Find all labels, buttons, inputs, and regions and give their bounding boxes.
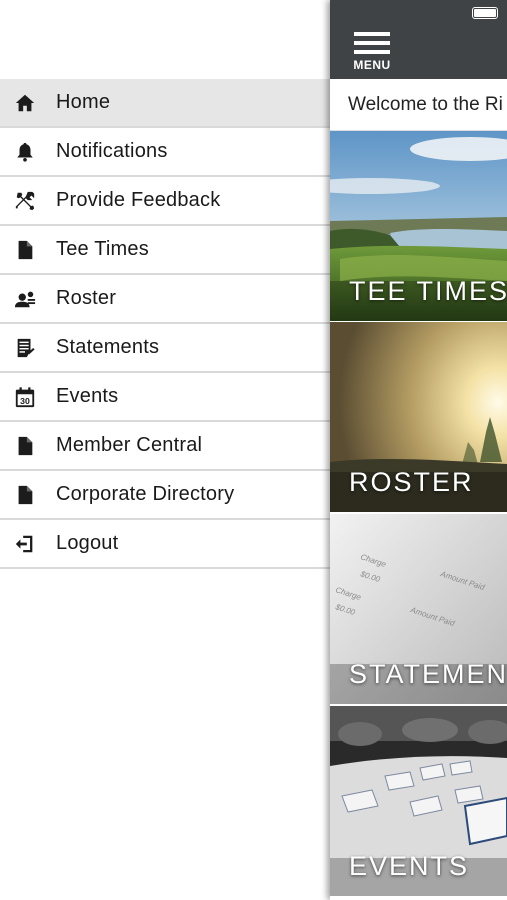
drawer-item-member-central[interactable]: Member Central (0, 422, 330, 471)
drawer-item-label: Corporate Directory (56, 483, 235, 505)
drawer-item-home[interactable]: Home (0, 79, 330, 128)
drawer-item-label: Provide Feedback (56, 189, 221, 211)
tile-roster[interactable]: ROSTER (330, 322, 507, 512)
tile-label: STATEMEN (349, 659, 507, 689)
tile-tee-times[interactable]: TEE TIMES (330, 131, 507, 321)
drawer-item-statements[interactable]: Statements (0, 324, 330, 373)
roster-icon (13, 287, 37, 311)
drawer-item-label: Tee Times (56, 238, 149, 260)
calendar-icon: 30 (13, 385, 37, 409)
drawer-item-corporate-directory[interactable]: Corporate Directory (0, 471, 330, 520)
calendar-day-number: 30 (20, 395, 30, 405)
hamburger-icon (354, 32, 390, 36)
menu-button-label: MENU (353, 58, 391, 72)
tools-icon (13, 189, 37, 213)
drawer-item-events[interactable]: 30 Events (0, 373, 330, 422)
drawer-item-label: Events (56, 385, 119, 407)
welcome-banner: Welcome to the Ri (330, 79, 507, 131)
drawer-item-tee-times[interactable]: Tee Times (0, 226, 330, 275)
home-icon (13, 91, 37, 115)
drawer-item-label: Member Central (56, 434, 203, 456)
drawer-item-roster[interactable]: Roster (0, 275, 330, 324)
tile-label: TEE TIMES (349, 276, 507, 306)
tile-statements[interactable]: Charge $0.00 Amount Paid Charge $0.00 Am… (330, 514, 507, 704)
drawer-item-label: Roster (56, 287, 117, 309)
drawer-item-label: Notifications (56, 140, 168, 162)
drawer-item-notifications[interactable]: Notifications (0, 128, 330, 177)
statement-icon (13, 336, 37, 360)
drawer-item-label: Home (56, 91, 111, 113)
side-drawer: Home Notifications Provide Feedback Tee … (0, 0, 330, 900)
document-icon (13, 483, 37, 507)
document-icon (13, 238, 37, 262)
drawer-item-label: Statements (56, 336, 160, 358)
welcome-text: Welcome to the Ri (348, 93, 503, 115)
drawer-item-provide-feedback[interactable]: Provide Feedback (0, 177, 330, 226)
bell-icon (13, 140, 37, 164)
menu-button[interactable]: MENU (350, 31, 394, 75)
battery-icon (472, 7, 498, 19)
main-panel: MENU Welcome to the Ri TEE TIMES ROSTER … (330, 0, 507, 900)
drawer-item-label: Logout (56, 532, 119, 554)
document-icon (13, 434, 37, 458)
drawer-menu-list: Home Notifications Provide Feedback Tee … (0, 79, 330, 569)
top-bar: MENU (330, 0, 507, 79)
drawer-item-logout[interactable]: Logout (0, 520, 330, 569)
tile-label: ROSTER (349, 467, 474, 497)
logout-icon (13, 532, 37, 556)
tile-label: EVENTS (349, 851, 470, 881)
tile-events[interactable]: EVENTS (330, 706, 507, 896)
